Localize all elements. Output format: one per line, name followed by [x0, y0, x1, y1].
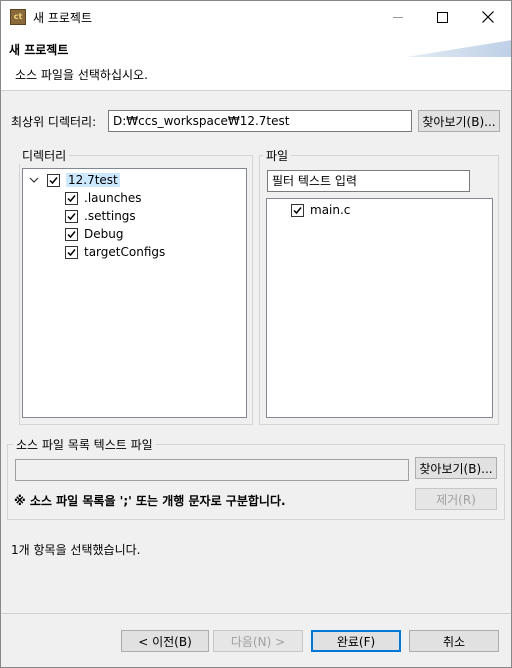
checkbox-checked-icon[interactable]: [65, 245, 78, 259]
tree-item-label: targetConfigs: [84, 245, 166, 259]
tree-item[interactable]: Debug: [65, 225, 123, 243]
root-dir-browse-button[interactable]: 찾아보기(B)...: [418, 110, 500, 132]
source-list-input[interactable]: [15, 459, 409, 481]
close-button[interactable]: [465, 1, 511, 33]
checkbox-checked-icon[interactable]: [291, 203, 304, 217]
window-title: 새 프로젝트: [33, 11, 93, 25]
maximize-button[interactable]: [419, 1, 465, 33]
title-bar[interactable]: ct 새 프로젝트: [1, 1, 511, 33]
checkbox-checked-icon[interactable]: [65, 227, 78, 241]
root-dir-label: 최상위 디렉터리:: [11, 115, 97, 129]
status-text: 1개 항목을 선택했습니다.: [11, 543, 141, 557]
source-list-browse-button[interactable]: 찾아보기(B)...: [415, 457, 497, 479]
cancel-button[interactable]: 취소: [409, 630, 499, 652]
page-title: 새 프로젝트: [9, 43, 69, 57]
footer-divider: [1, 613, 511, 614]
root-dir-input[interactable]: D:₩ccs_workspace₩12.7test: [108, 110, 412, 132]
file-list[interactable]: main.c: [266, 198, 493, 418]
directory-tree[interactable]: 12.7test .launches .settings Debug targe…: [22, 168, 247, 418]
minimize-icon: [393, 16, 403, 18]
tree-item[interactable]: targetConfigs: [65, 243, 165, 261]
source-list-group-label: 소스 파일 목록 텍스트 파일: [13, 436, 156, 453]
checkbox-checked-icon[interactable]: [65, 209, 78, 223]
tree-item-label: .launches: [84, 191, 142, 205]
source-list-note: ※ 소스 파일 목록을 ';' 또는 개행 문자로 구분합니다.: [14, 494, 286, 508]
chevron-down-icon[interactable]: [29, 175, 39, 185]
tree-item[interactable]: .launches: [65, 189, 142, 207]
tree-item-label: .settings: [84, 209, 136, 223]
file-group-label: 파일: [263, 147, 292, 164]
list-item[interactable]: main.c: [291, 201, 350, 219]
next-button[interactable]: 다음(N) >: [213, 630, 303, 652]
minimize-button[interactable]: [375, 1, 421, 33]
filter-input[interactable]: 필터 텍스트 입력: [267, 170, 470, 192]
tree-item-label: Debug: [84, 227, 124, 241]
wizard-header: 새 프로젝트 소스 파일을 선택하십시오.: [1, 33, 511, 91]
app-icon: ct: [10, 9, 26, 25]
back-button[interactable]: < 이전(B): [121, 630, 209, 652]
page-description: 소스 파일을 선택하십시오.: [15, 68, 148, 82]
header-banner-graphic: [406, 40, 511, 57]
finish-button[interactable]: 완료(F): [311, 630, 401, 652]
remove-button[interactable]: 제거(R): [415, 488, 497, 510]
tree-item[interactable]: .settings: [65, 207, 136, 225]
directory-group-label: 디렉터리: [19, 147, 70, 164]
maximize-icon: [436, 11, 448, 23]
tree-item-root[interactable]: 12.7test: [29, 171, 120, 189]
file-item-label: main.c: [310, 203, 351, 217]
tree-item-label: 12.7test: [66, 173, 120, 187]
new-project-dialog: ct 새 프로젝트 새 프로젝트 소스 파일을 선택하십시오. 최상위 디렉터리…: [0, 0, 512, 668]
checkbox-checked-icon[interactable]: [65, 191, 78, 205]
checkbox-checked-icon[interactable]: [47, 173, 60, 187]
close-icon: [482, 11, 494, 23]
